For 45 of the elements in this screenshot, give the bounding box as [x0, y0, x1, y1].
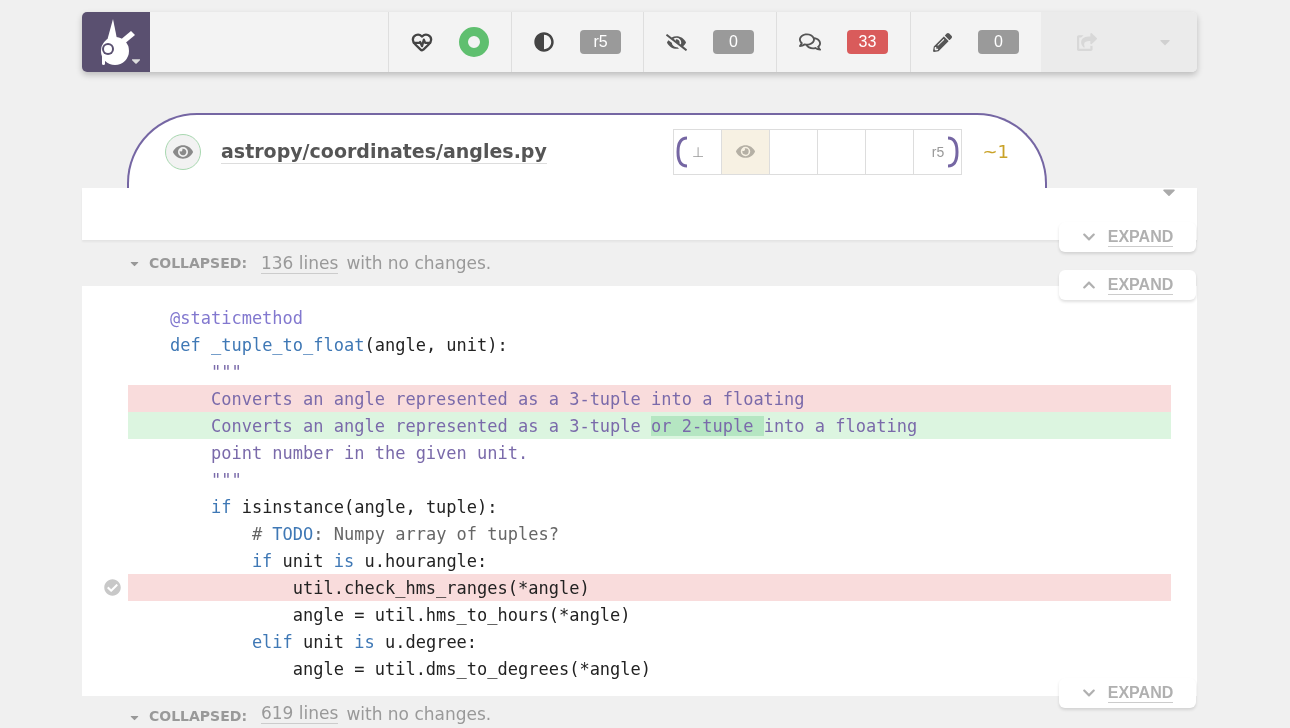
code-line: angle = util.dms_to_degrees(*angle) — [291, 658, 652, 679]
code-line: if isinstance(angle, tuple): — [209, 496, 498, 517]
contrast-icon[interactable] — [534, 32, 554, 52]
code-line: if unit is u.hourangle: — [250, 550, 488, 571]
collapsed-text: with no changes. — [346, 253, 492, 273]
code-line: def _tuple_to_float(angle, unit): — [170, 334, 508, 355]
code-line: """ — [209, 469, 242, 490]
revision-cell[interactable] — [721, 128, 771, 175]
revision-cell[interactable] — [865, 128, 915, 175]
code-line: Converts an angle represented as a 3-tuple or 2-tuple into a floating — [209, 415, 918, 436]
count-badge: 0 — [713, 30, 754, 54]
reviewed-toggle[interactable] — [165, 133, 201, 170]
code-line: util.check_hms_ranges(*angle) — [291, 577, 590, 598]
change-count: ~1 — [982, 141, 1009, 162]
count-badge: 0 — [978, 30, 1019, 54]
file-path[interactable]: astropy/coordinates/angles.py — [221, 139, 547, 164]
expand-button[interactable]: EXPAND — [1059, 270, 1196, 300]
collapsed-label: COLLAPSED: — [149, 708, 247, 724]
eye-slash-icon[interactable] — [666, 31, 687, 53]
lines-link[interactable]: 136 lines — [261, 252, 339, 274]
heartbeat-icon[interactable] — [411, 31, 433, 53]
code-line: Converts an angle represented as a 3-tuple into a floating — [209, 388, 805, 409]
expand-button[interactable]: EXPAND — [1059, 678, 1196, 708]
collapsed-label: COLLAPSED: — [149, 255, 247, 271]
pencil-icon[interactable] — [933, 32, 952, 52]
revision-cell[interactable] — [769, 128, 819, 175]
code-line: # TODO: Numpy array of tuples? — [250, 523, 559, 544]
logo-menu[interactable] — [82, 12, 150, 72]
code-line: @staticmethod — [170, 307, 304, 328]
range-start-bracket[interactable] — [676, 135, 689, 168]
range-end-bracket[interactable] — [947, 135, 960, 168]
count-badge: r5 — [580, 30, 621, 54]
code-line: """ — [209, 361, 242, 382]
revision-cell[interactable]: ⊥ — [673, 128, 723, 175]
expand-button[interactable]: EXPAND — [1059, 222, 1196, 252]
count-badge: 33 — [847, 30, 888, 54]
revision-cell[interactable] — [817, 128, 867, 175]
code-line: angle = util.hms_to_hours(*angle) — [291, 604, 631, 625]
lines-link[interactable]: 619 lines — [261, 703, 339, 724]
collapsed-text: with no changes. — [346, 704, 492, 724]
revision-cell[interactable]: r5 — [913, 128, 963, 175]
comments-icon[interactable] — [799, 31, 821, 53]
code-line: point number in the given unit. — [209, 442, 529, 463]
code-line: elif unit is u.degree: — [250, 631, 478, 652]
eye-icon — [736, 142, 756, 161]
